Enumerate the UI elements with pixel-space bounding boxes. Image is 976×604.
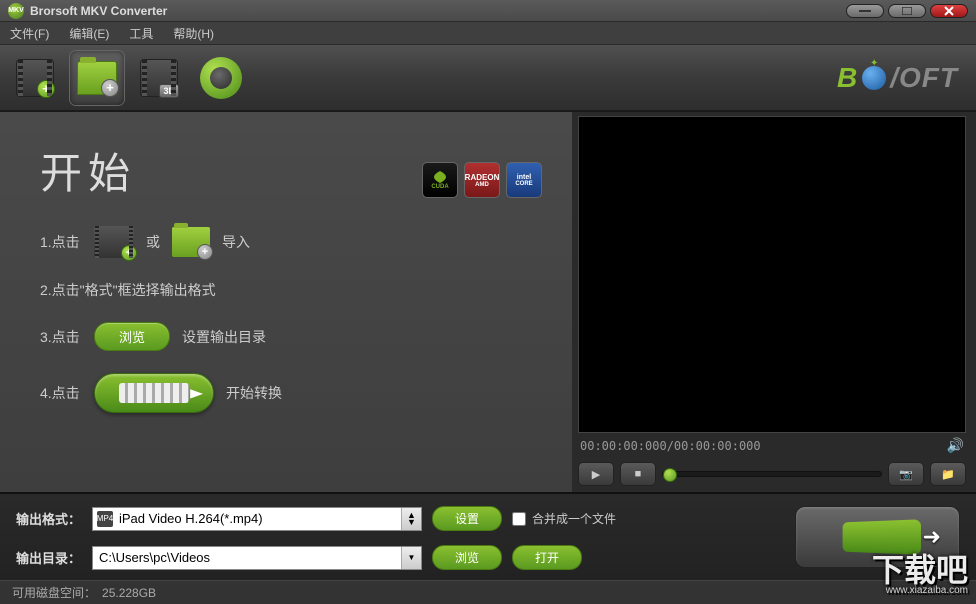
step-3-label: 3.点击 (40, 327, 82, 347)
merge-checkbox[interactable] (512, 512, 526, 526)
merge-checkbox-wrap[interactable]: 合并成一个文件 (512, 510, 616, 527)
play-button[interactable]: ▶ (578, 462, 614, 486)
menu-tools[interactable]: 工具 (129, 25, 153, 42)
intel-badge: intelCORE (506, 162, 542, 198)
output-row: 输出目录： ▼ 浏览 打开 (16, 545, 785, 570)
browse-button[interactable]: 浏览 (94, 322, 170, 351)
film-icon: 3D (140, 59, 178, 97)
step-4-label: 4.点击 (40, 383, 82, 403)
step-1: 1.点击 + 或 + 导入 (40, 226, 532, 258)
mp4-icon: MP4 (97, 511, 113, 527)
folder-icon: + (77, 61, 117, 95)
film-icon: + (16, 59, 54, 97)
gpu-badges: CUDA RADEONAMD intelCORE (422, 162, 542, 198)
brand-b: B (837, 62, 858, 94)
minimize-button[interactable] (846, 4, 884, 18)
content-area: 开始 CUDA RADEONAMD intelCORE 1.点击 + 或 + 导… (0, 112, 976, 492)
bottom-panel: 输出格式： MP4 iPad Video H.264(*.mp4) ▲▼ 设置 … (0, 492, 976, 580)
disk-label: 可用磁盘空间： (12, 584, 96, 601)
step-4-text: 开始转换 (226, 383, 282, 403)
amd-badge: RADEONAMD (464, 162, 500, 198)
title-bar: MKV Brorsoft MKV Converter (0, 0, 976, 22)
snapshot-button[interactable]: 📷 (888, 462, 924, 486)
arrow-icon: ➜ (923, 524, 941, 550)
maximize-button[interactable] (888, 4, 926, 18)
add-file-icon-button[interactable]: + (94, 226, 134, 258)
format-dropdown[interactable]: MP4 iPad Video H.264(*.mp4) ▲▼ (92, 507, 422, 531)
volume-icon[interactable]: 🔊 (947, 437, 964, 454)
menu-help[interactable]: 帮助(H) (173, 25, 214, 42)
format-value: iPad Video H.264(*.mp4) (119, 511, 263, 526)
dropdown-arrow-icon: ▲▼ (401, 508, 421, 530)
edit-3d-button[interactable]: 3D (132, 51, 186, 105)
3d-badge: 3D (159, 84, 179, 98)
output-label: 输出目录： (16, 548, 82, 567)
preview-panel: 00:00:00:000/00:00:00:000 🔊 ▶ ■ 📷 📁 (572, 112, 976, 492)
app-title: Brorsoft MKV Converter (30, 4, 167, 18)
step-3: 3.点击 浏览 设置输出目录 (40, 322, 532, 351)
seek-slider[interactable] (662, 471, 882, 477)
disk-value: 25.228GB (102, 586, 156, 600)
time-row: 00:00:00:000/00:00:00:000 🔊 (578, 433, 966, 458)
plus-icon: + (101, 79, 119, 97)
menu-edit[interactable]: 编辑(E) (69, 25, 109, 42)
step-2-text: 2.点击"格式"框选择输出格式 (40, 280, 216, 300)
step-4: 4.点击 开始转换 (40, 373, 532, 413)
output-path-input[interactable]: ▼ (92, 546, 422, 570)
browse-output-button[interactable]: 浏览 (432, 545, 502, 570)
output-path-field[interactable] (99, 547, 395, 569)
brand-logo: B /OFT (837, 62, 968, 94)
cuda-badge: CUDA (422, 162, 458, 198)
open-folder-button[interactable]: 📁 (930, 462, 966, 486)
brand-rest: /OFT (890, 62, 958, 94)
format-row: 输出格式： MP4 iPad Video H.264(*.mp4) ▲▼ 设置 … (16, 506, 785, 531)
step-3-text: 设置输出目录 (182, 327, 266, 347)
globe-icon (862, 66, 886, 90)
or-label: 或 (146, 232, 160, 252)
reel-icon (842, 519, 920, 554)
import-label: 导入 (222, 232, 250, 252)
add-folder-button[interactable]: + (70, 51, 124, 105)
menu-file[interactable]: 文件(F) (10, 25, 49, 42)
settings-button[interactable]: 设置 (432, 506, 502, 531)
dropdown-arrow-icon[interactable]: ▼ (401, 547, 421, 569)
start-convert-button[interactable] (94, 373, 214, 413)
time-display: 00:00:00:000/00:00:00:000 (580, 439, 761, 453)
status-bar: 可用磁盘空间： 25.228GB (0, 580, 976, 604)
settings-button[interactable] (194, 51, 248, 105)
stop-button[interactable]: ■ (620, 462, 656, 486)
step-2: 2.点击"格式"框选择输出格式 (40, 280, 532, 300)
preview-screen (578, 116, 966, 433)
start-panel: 开始 CUDA RADEONAMD intelCORE 1.点击 + 或 + 导… (0, 112, 572, 492)
plus-icon: + (197, 244, 213, 260)
close-button[interactable] (930, 4, 968, 18)
output-form: 输出格式： MP4 iPad Video H.264(*.mp4) ▲▼ 设置 … (16, 506, 785, 572)
open-output-button[interactable]: 打开 (512, 545, 582, 570)
format-label: 输出格式： (16, 509, 82, 528)
gear-icon (200, 57, 242, 99)
convert-button[interactable]: ➜ (795, 506, 960, 568)
step-1-label: 1.点击 (40, 232, 82, 252)
toolbar: + + 3D B /OFT (0, 45, 976, 112)
window-controls (846, 4, 968, 18)
add-folder-icon-button[interactable]: + (172, 227, 210, 257)
plus-icon: + (121, 245, 137, 261)
plus-icon: + (37, 80, 55, 98)
merge-label: 合并成一个文件 (532, 510, 616, 527)
player-controls: ▶ ■ 📷 📁 (578, 458, 966, 488)
app-icon: MKV (8, 3, 24, 19)
menu-bar: 文件(F) 编辑(E) 工具 帮助(H) (0, 22, 976, 45)
add-file-button[interactable]: + (8, 51, 62, 105)
slider-thumb[interactable] (663, 468, 677, 482)
